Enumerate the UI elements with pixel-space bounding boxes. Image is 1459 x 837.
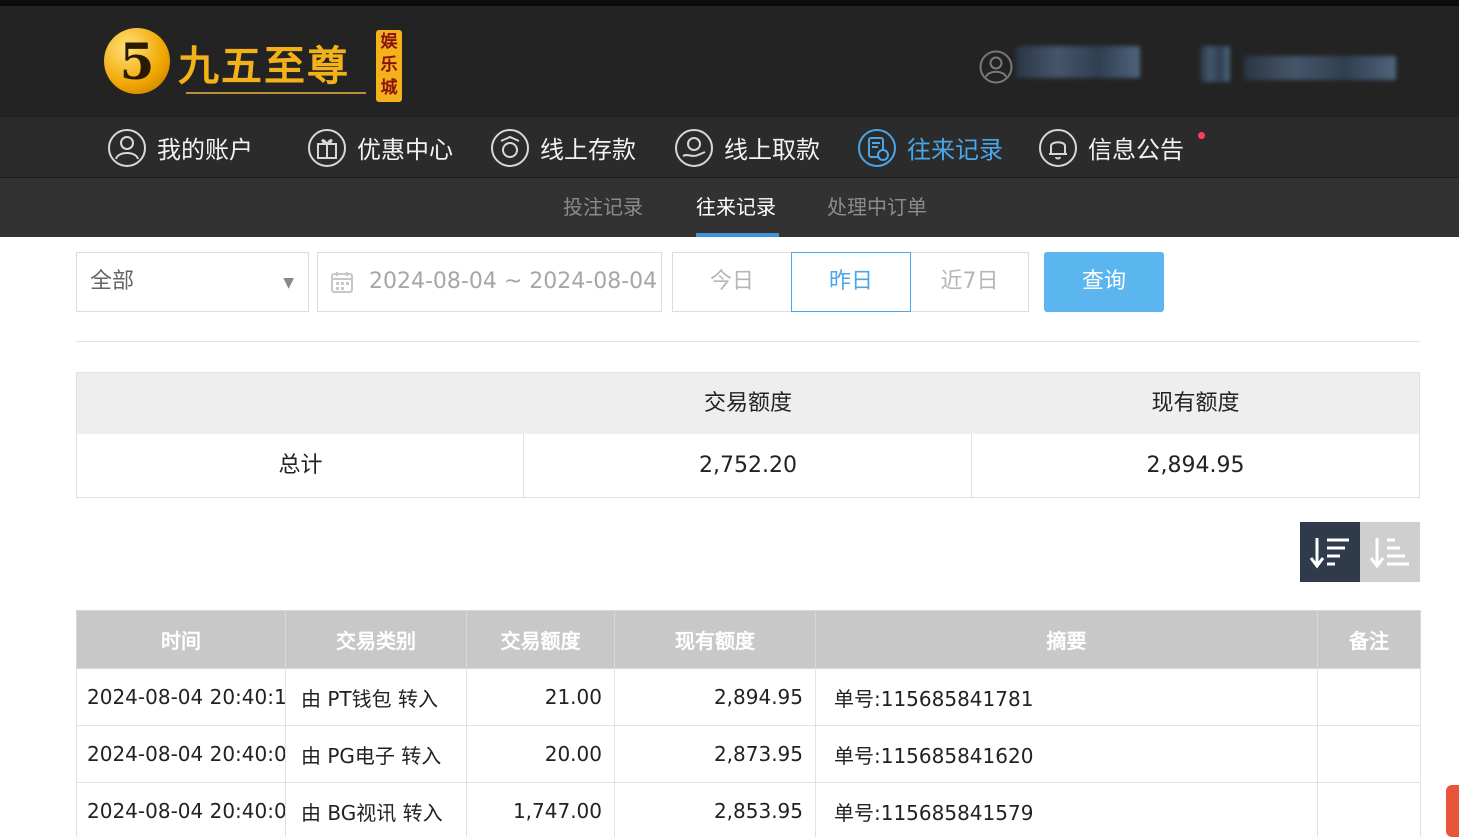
records-table: 时间 交易类别 交易额度 现有额度 摘要 备注 2024-08-04 20:40… [76, 610, 1421, 837]
cell-balance: 2,853.95 [614, 782, 816, 837]
tab-transaction-records[interactable]: 往来记录 [696, 178, 776, 237]
nav-promotions[interactable]: 优惠中心 [307, 117, 453, 178]
summary-table: 交易额度 现有额度 总计 2,752.20 2,894.95 [76, 372, 1420, 498]
cell-note [1317, 782, 1421, 837]
tab-pending-orders[interactable]: 处理中订单 [827, 178, 927, 237]
top-header: 5 九五至尊 娱乐城 [0, 0, 1459, 117]
transaction-type-select[interactable]: 全部 ▼ [76, 252, 309, 312]
summary-total-label: 总计 [278, 453, 323, 478]
brand-badge: 娱乐城 [376, 30, 402, 102]
col-balance: 现有额度 [614, 610, 816, 669]
quick-range-yesterday[interactable]: 昨日 [791, 252, 911, 312]
cell-summary: 单号:115685841620 [815, 725, 1318, 783]
summary-header-current: 现有额度 [1151, 391, 1240, 416]
user-icon [108, 128, 146, 167]
nav-my-account-label: 我的账户 [157, 136, 253, 164]
cell-amount: 21.00 [466, 668, 615, 726]
brand-name: 九五至尊 [178, 42, 350, 90]
account-avatar-icon[interactable] [979, 50, 1013, 84]
table-row: 2024-08-04 20:40:10 由 PT钱包 转入 21.00 2,89… [76, 668, 1421, 726]
withdraw-icon [675, 128, 713, 167]
table-row: 2024-08-04 20:40:07 由 BG视讯 转入 1,747.00 2… [76, 782, 1421, 837]
nav-deposit[interactable]: 线上存款 [490, 117, 636, 178]
brand-badge-text: 娱乐城 [380, 32, 398, 98]
nav-records-label: 往来记录 [907, 136, 1003, 164]
query-button[interactable]: 查询 [1044, 252, 1164, 312]
floating-side-tab[interactable] [1446, 785, 1459, 837]
sort-ascending-button[interactable] [1360, 522, 1420, 582]
cell-note [1317, 725, 1421, 783]
sort-descending-button[interactable] [1300, 522, 1360, 582]
sort-asc-icon [1369, 538, 1409, 569]
cell-note [1317, 668, 1421, 726]
cell-time: 2024-08-04 20:40:07 [76, 782, 286, 837]
nav-withdraw-label: 线上取款 [724, 136, 820, 164]
col-type: 交易类别 [285, 610, 467, 669]
col-note: 备注 [1317, 610, 1421, 669]
tab-bet-records[interactable]: 投注记录 [563, 178, 643, 237]
deposit-icon [491, 128, 529, 167]
summary-current-amount: 2,894.95 [1146, 453, 1245, 478]
transaction-type-value: 全部 [90, 269, 135, 294]
redacted-username [1016, 46, 1140, 78]
date-range-input[interactable]: 2024-08-04 ~ 2024-08-04 [317, 252, 662, 312]
cell-balance: 2,894.95 [614, 668, 816, 726]
caret-down-icon: ▼ [283, 275, 294, 291]
nav-records[interactable]: 往来记录 [857, 117, 1003, 178]
redacted-balance [1244, 56, 1396, 80]
cell-amount: 1,747.00 [466, 782, 615, 837]
nav-deposit-label: 线上存款 [540, 136, 636, 164]
summary-header-trade: 交易额度 [703, 391, 792, 416]
nav-announcements[interactable]: 信息公告 [1038, 117, 1184, 178]
sort-desc-icon [1309, 538, 1349, 569]
records-header-row: 时间 交易类别 交易额度 现有额度 摘要 备注 [76, 610, 1421, 669]
logo-mark: 5 [104, 28, 170, 94]
cell-type: 由 BG视讯 转入 [285, 782, 467, 837]
bell-icon [1039, 128, 1077, 167]
nav-withdraw[interactable]: 线上取款 [674, 117, 820, 178]
col-time: 时间 [76, 610, 286, 669]
active-tab-indicator [696, 233, 779, 237]
redacted-avatar [1200, 46, 1230, 82]
nav-my-account[interactable]: 我的账户 [107, 117, 253, 178]
summary-trade-amount: 2,752.20 [699, 453, 797, 478]
cell-summary: 单号:115685841781 [815, 668, 1318, 726]
cell-summary: 单号:115685841579 [815, 782, 1318, 837]
cell-type: 由 PG电子 转入 [285, 725, 467, 783]
quick-range-today[interactable]: 今日 [672, 252, 792, 312]
brand-logo[interactable]: 5 九五至尊 娱乐城 [104, 22, 414, 106]
main-nav: 我的账户 优惠中心 线上存款 线上取款 往来记录 信息公告 [0, 117, 1459, 178]
cell-type: 由 PT钱包 转入 [285, 668, 467, 726]
col-amount: 交易额度 [466, 610, 615, 669]
cell-amount: 20.00 [466, 725, 615, 783]
gift-icon [308, 128, 346, 167]
cell-balance: 2,873.95 [614, 725, 816, 783]
quick-range-7days[interactable]: 近7日 [910, 252, 1029, 312]
nav-announcements-label: 信息公告 [1088, 136, 1184, 164]
notice-dot [1198, 132, 1205, 139]
sub-nav: 投注记录 往来记录 处理中订单 [0, 178, 1459, 237]
cell-time: 2024-08-04 20:40:10 [76, 668, 286, 726]
date-range-value: 2024-08-04 ~ 2024-08-04 [369, 269, 658, 294]
calendar-icon [331, 272, 353, 293]
nav-promotions-label: 优惠中心 [357, 136, 453, 164]
section-divider [76, 341, 1420, 342]
record-icon [858, 128, 896, 167]
logo-ornament [186, 92, 366, 94]
col-summary: 摘要 [815, 610, 1318, 669]
cell-time: 2024-08-04 20:40:07 [76, 725, 286, 783]
table-row: 2024-08-04 20:40:07 由 PG电子 转入 20.00 2,87… [76, 725, 1421, 783]
